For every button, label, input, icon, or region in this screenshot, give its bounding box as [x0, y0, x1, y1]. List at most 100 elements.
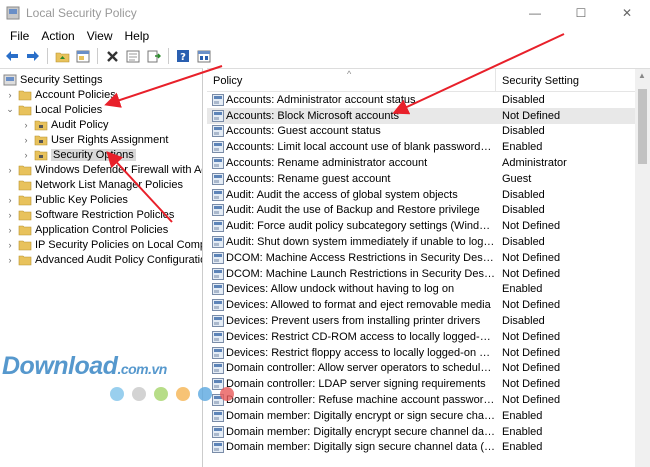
table-row[interactable]: Domain member: Digitally encrypt or sign…	[207, 408, 635, 424]
chevron-right-icon[interactable]: ›	[21, 117, 31, 132]
table-row[interactable]: Devices: Restrict floppy access to local…	[207, 345, 635, 361]
scroll-up-icon[interactable]: ▲	[638, 71, 646, 80]
scrollbar-thumb[interactable]	[638, 89, 647, 164]
policy-setting-value: Disabled	[502, 204, 545, 217]
close-button[interactable]: ✕	[604, 0, 650, 26]
policy-name: Audit: Force audit policy subcategory se…	[226, 220, 496, 233]
table-row[interactable]: Audit: Audit the use of Backup and Resto…	[207, 203, 635, 219]
tree-item[interactable]: › User Rights Assignment	[21, 132, 169, 147]
tree-item-label: Windows Defender Firewall with Adva	[35, 163, 203, 176]
watermark-dot	[154, 387, 168, 401]
table-row[interactable]: Devices: Allow undock without having to …	[207, 282, 635, 298]
tree-item[interactable]: › Security Options	[21, 147, 136, 162]
table-row[interactable]: Domain controller: LDAP server signing r…	[207, 376, 635, 392]
policy-setting-icon	[212, 109, 224, 122]
tree-item-label: Public Key Policies	[35, 193, 128, 206]
tree-item[interactable]: › IP Security Policies on Local Compute	[5, 237, 203, 252]
chevron-right-icon[interactable]: ›	[5, 252, 15, 267]
chevron-right-icon[interactable]: ›	[5, 192, 15, 207]
column-security-setting[interactable]: Security Setting	[502, 75, 579, 87]
table-row[interactable]: Domain controller: Refuse machine accoun…	[207, 392, 635, 408]
up-folder-icon[interactable]	[53, 47, 71, 65]
chevron-right-icon[interactable]: ›	[21, 132, 31, 147]
policy-setting-value: Disabled	[502, 315, 545, 328]
table-row[interactable]: Devices: Allowed to format and eject rem…	[207, 297, 635, 313]
folder-icon	[18, 195, 32, 205]
tree-item-label: Software Restriction Policies	[35, 208, 175, 221]
policy-name: Accounts: Rename guest account	[226, 172, 391, 185]
policy-setting-icon	[212, 93, 224, 106]
minimize-button[interactable]: —	[512, 0, 558, 26]
vertical-scrollbar[interactable]: ▲	[635, 69, 650, 467]
policy-name: Domain controller: Allow server operator…	[226, 362, 496, 375]
table-row[interactable]: Audit: Audit the access of global system…	[207, 187, 635, 203]
table-row[interactable]: Devices: Prevent users from installing p…	[207, 313, 635, 329]
tree-item[interactable]: Network List Manager Policies	[5, 177, 183, 192]
table-row[interactable]: Accounts: Block Microsoft accounts Not De…	[207, 107, 635, 124]
tree-item[interactable]: › Advanced Audit Policy Configuration	[5, 252, 203, 267]
tree-item[interactable]: › Account Policies	[5, 87, 116, 102]
toolbar: ?	[0, 46, 650, 66]
security-settings-icon	[3, 74, 17, 85]
table-row[interactable]: Accounts: Guest account status Disabled	[207, 124, 635, 140]
maximize-button[interactable]: ☐	[558, 0, 604, 26]
chevron-right-icon[interactable]: ›	[5, 222, 15, 237]
tree-item[interactable]: › Public Key Policies	[5, 192, 128, 207]
console-icon[interactable]	[195, 47, 213, 65]
chevron-right-icon[interactable]: ›	[5, 162, 15, 177]
help-icon[interactable]: ?	[174, 47, 192, 65]
policy-name: Devices: Restrict floppy access to local…	[226, 346, 496, 359]
properties-view-icon[interactable]	[74, 47, 92, 65]
policy-name: Domain member: Digitally sign secure cha…	[226, 441, 496, 454]
table-row[interactable]: Accounts: Limit local account use of bla…	[207, 139, 635, 155]
chevron-down-icon[interactable]: ⌄	[5, 102, 15, 117]
policy-setting-value: Not Defined	[502, 330, 561, 343]
tree-item[interactable]: › Audit Policy	[21, 117, 109, 132]
chevron-right-icon[interactable]: ›	[5, 237, 15, 252]
table-row[interactable]: DCOM: Machine Launch Restrictions in Sec…	[207, 266, 635, 282]
column-divider[interactable]	[495, 69, 496, 92]
table-row[interactable]: Domain member: Digitally encrypt secure …	[207, 424, 635, 440]
policy-name: DCOM: Machine Launch Restrictions in Sec…	[226, 267, 496, 280]
policy-setting-value: Not Defined	[502, 299, 561, 312]
table-row[interactable]: Devices: Restrict CD-ROM access to local…	[207, 329, 635, 345]
folder-icon	[18, 165, 32, 175]
table-row[interactable]: Accounts: Rename guest account Guest	[207, 171, 635, 187]
title-bar: Local Security Policy — ☐ ✕	[0, 0, 650, 26]
table-row[interactable]: Audit: Shut down system immediately if u…	[207, 234, 635, 250]
column-policy[interactable]: Policy	[213, 75, 242, 87]
chevron-right-icon[interactable]: ›	[5, 207, 15, 222]
policy-list: ^ Policy Security Setting Accounts: Admi…	[207, 68, 650, 467]
policy-setting-value: Administrator	[502, 157, 567, 170]
table-row[interactable]: Domain controller: Allow server operator…	[207, 361, 635, 377]
table-row[interactable]: Accounts: Administrator account status Di…	[207, 92, 635, 108]
watermark-dot	[198, 387, 212, 401]
policy-setting-value: Not Defined	[502, 346, 561, 359]
navigation-tree: Security Settings › Account Policies ⌄ Loca…	[0, 68, 203, 467]
menu-file[interactable]: File	[4, 29, 35, 43]
table-row[interactable]: DCOM: Machine Access Restrictions in Sec…	[207, 250, 635, 266]
back-icon[interactable]	[3, 47, 21, 65]
tree-item[interactable]: › Windows Defender Firewall with Adva	[5, 162, 203, 177]
forward-icon[interactable]	[24, 47, 42, 65]
policy-setting-value: Not Defined	[502, 378, 561, 391]
delete-icon[interactable]	[103, 47, 121, 65]
chevron-right-icon[interactable]: ›	[21, 147, 31, 162]
table-row[interactable]: Accounts: Rename administrator account Ad…	[207, 155, 635, 171]
watermark-dot	[132, 387, 146, 401]
tree-item[interactable]: › Software Restriction Policies	[5, 207, 175, 222]
table-row[interactable]: Audit: Force audit policy subcategory se…	[207, 218, 635, 234]
table-row[interactable]: Domain member: Digitally sign secure cha…	[207, 440, 635, 456]
tree-item[interactable]: › Application Control Policies	[5, 222, 169, 237]
tree-root[interactable]: Security Settings	[3, 72, 103, 87]
export-icon[interactable]	[145, 47, 163, 65]
chevron-right-icon[interactable]: ›	[5, 87, 15, 102]
policy-setting-icon	[212, 346, 224, 359]
tree-item[interactable]: ⌄ Local Policies	[5, 102, 102, 117]
menu-help[interactable]: Help	[119, 29, 156, 43]
menu-action[interactable]: Action	[35, 29, 80, 43]
refresh-icon[interactable]	[124, 47, 142, 65]
menu-view[interactable]: View	[81, 29, 119, 43]
policy-name: Accounts: Block Microsoft accounts	[226, 109, 400, 122]
